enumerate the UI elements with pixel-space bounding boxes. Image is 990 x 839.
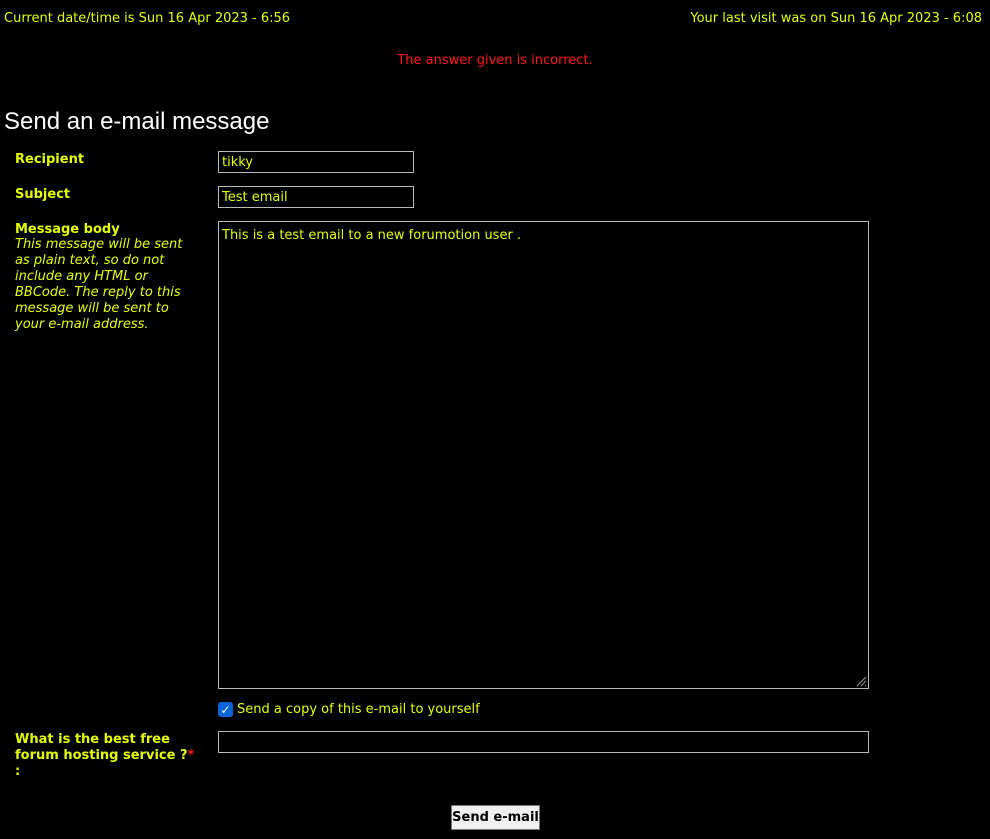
send-copy-checkbox[interactable]: ✓: [218, 702, 233, 717]
last-visit: Your last visit was on Sun 16 Apr 2023 -…: [690, 11, 982, 26]
recipient-label: Recipient: [15, 152, 85, 167]
message-body-description: This message will be sent as plain text,…: [15, 237, 183, 332]
security-answer-input[interactable]: [218, 731, 869, 753]
send-email-button[interactable]: Send e-mail: [451, 805, 540, 830]
resize-grip-icon[interactable]: [854, 674, 867, 687]
page-title: Send an e-mail message: [4, 108, 270, 135]
required-mark: *: [187, 748, 195, 763]
current-datetime: Current date/time is Sun 16 Apr 2023 - 6…: [4, 11, 291, 26]
question-colon: :: [15, 764, 21, 779]
message-body-label: Message body: [15, 222, 120, 237]
send-copy-label[interactable]: Send a copy of this e-mail to yourself: [237, 702, 480, 717]
send-copy-option[interactable]: ✓ Send a copy of this e-mail to yourself: [218, 702, 480, 717]
recipient-input[interactable]: [218, 151, 414, 173]
error-message: The answer given is incorrect.: [397, 53, 593, 68]
subject-input[interactable]: [218, 186, 414, 208]
message-body-textarea[interactable]: This is a test email to a new forumotion…: [218, 221, 869, 689]
security-question-text: What is the best free forum hosting serv…: [15, 732, 188, 763]
security-question-label: What is the best free forum hosting serv…: [15, 732, 205, 780]
subject-label: Subject: [15, 187, 71, 202]
